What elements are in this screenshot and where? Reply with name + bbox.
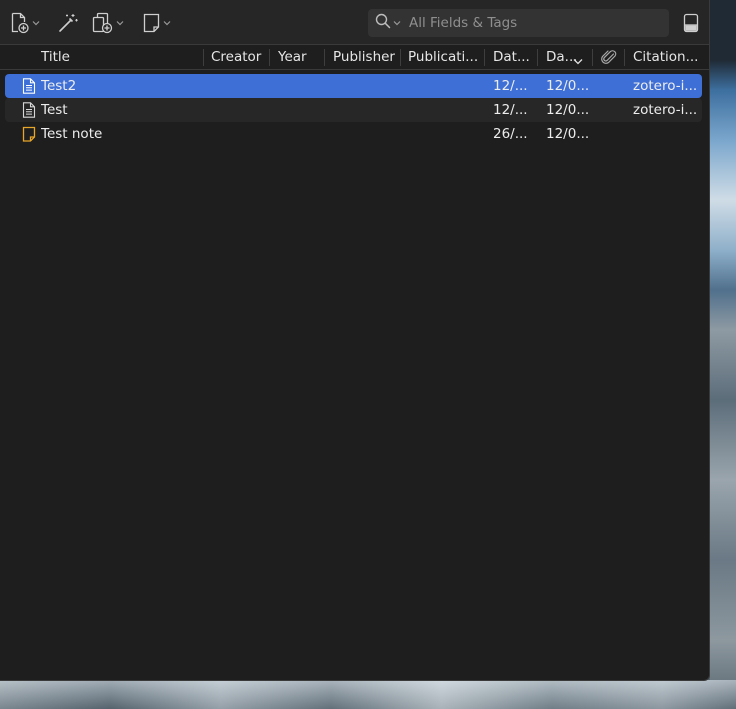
item-date-modified: 12/0... [546, 126, 590, 142]
column-divider[interactable] [484, 49, 485, 66]
magic-wand-icon [57, 12, 79, 34]
add-attachment-icon [92, 12, 114, 34]
chevron-down-icon [163, 20, 171, 26]
item-row-test2[interactable]: Test2 12/... 12/0... zotero-i... [5, 74, 702, 98]
column-divider[interactable] [203, 49, 204, 66]
column-header-date-added[interactable]: Dat... [493, 45, 535, 70]
new-item-icon [10, 12, 30, 34]
search-box[interactable] [368, 9, 669, 37]
column-divider[interactable] [592, 49, 593, 66]
note-icon [22, 126, 36, 146]
item-date-added: 12/... [493, 102, 528, 118]
column-header-citation-key[interactable]: Citation... [633, 45, 703, 70]
column-divider[interactable] [324, 49, 325, 66]
column-divider[interactable] [400, 49, 401, 66]
items-column-header: Title Creator Year Publisher Publicati..… [0, 45, 709, 70]
sort-descending-icon [573, 54, 583, 69]
column-divider[interactable] [269, 49, 270, 66]
item-pane-toggle-icon [682, 13, 700, 37]
column-header-publisher[interactable]: Publisher [333, 45, 399, 70]
zotero-items-window: Title Creator Year Publisher Publicati..… [0, 0, 710, 681]
item-title: Test [41, 102, 68, 118]
new-note-icon [143, 12, 161, 34]
document-icon [22, 78, 36, 98]
item-title: Test2 [41, 78, 77, 94]
chevron-down-icon [116, 20, 124, 26]
item-date-added: 12/... [493, 78, 528, 94]
item-citation-key: zotero-i... [633, 78, 698, 94]
new-note-button[interactable] [143, 11, 171, 35]
item-date-modified: 12/0... [546, 102, 590, 118]
search-mode-button[interactable] [375, 13, 401, 33]
desktop-background-right [710, 0, 736, 709]
add-attachment-button[interactable] [92, 11, 124, 35]
column-header-date-modified[interactable]: Da... [546, 45, 576, 70]
column-divider[interactable] [537, 49, 538, 66]
add-by-identifier-button[interactable] [57, 11, 79, 35]
item-date-modified: 12/0... [546, 78, 590, 94]
column-header-publication[interactable]: Publicati... [408, 45, 482, 70]
column-header-year[interactable]: Year [278, 45, 322, 70]
paperclip-icon[interactable] [600, 49, 618, 70]
column-header-creator[interactable]: Creator [211, 45, 267, 70]
item-date-added: 26/... [493, 126, 528, 142]
item-pane-toggle-button[interactable] [682, 13, 700, 37]
desktop-background-bottom [0, 680, 736, 709]
chevron-down-icon [32, 20, 40, 26]
new-item-button[interactable] [10, 11, 40, 35]
chevron-down-icon [393, 20, 401, 26]
item-citation-key [633, 122, 699, 146]
item-row-test-note[interactable]: Test note 26/... 12/0... [5, 122, 702, 146]
document-icon [22, 102, 36, 122]
search-icon [375, 13, 391, 33]
column-header-title[interactable]: Title [41, 45, 201, 70]
item-citation-key: zotero-i... [633, 102, 698, 118]
column-divider[interactable] [624, 49, 625, 66]
items-toolbar [0, 0, 709, 45]
item-row-test[interactable]: Test 12/... 12/0... zotero-i... [5, 98, 702, 122]
item-title: Test note [41, 126, 103, 142]
search-input[interactable] [409, 15, 649, 31]
